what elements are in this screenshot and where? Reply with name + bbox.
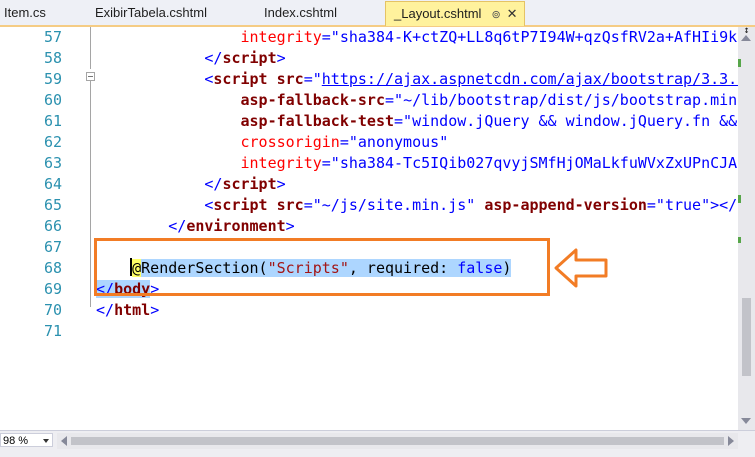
- vertical-scrollbar[interactable]: ↕: [738, 26, 755, 430]
- horizontal-scrollbar[interactable]: [57, 433, 738, 449]
- code-line-62: crossorigin="anonymous": [240, 133, 449, 151]
- scroll-up-icon[interactable]: [741, 35, 751, 41]
- tab-label: Index.cshtml: [264, 5, 337, 20]
- zoom-value: 98 %: [3, 435, 29, 447]
- scroll-left-icon[interactable]: [61, 436, 67, 446]
- tab-index-cshtml[interactable]: Index.cshtml: [264, 0, 337, 25]
- annotation-highlight-box: [94, 238, 550, 296]
- code-line-70: </html>: [96, 301, 160, 319]
- code-editor[interactable]: integrity="sha384-K+ctZQ+LL8q6tP7I94W+qz…: [0, 27, 738, 430]
- change-marker: [738, 59, 741, 67]
- url-link[interactable]: https://ajax.aspnetcdn.com/ajax/bootstra…: [322, 70, 738, 88]
- document-tab-bar: Item.cs ExibirTabela.cshtml Index.cshtml…: [0, 0, 755, 27]
- code-line-59: <script src="https://ajax.aspnetcdn.com/…: [96, 69, 738, 90]
- zoom-select[interactable]: 98 %: [0, 433, 53, 447]
- tab-item-cs[interactable]: Item.cs: [4, 0, 46, 25]
- editor-bottom-bar: 98 %: [0, 430, 755, 457]
- tab-layout-cshtml[interactable]: _Layout.cshtml ⊚ ✕: [385, 1, 525, 26]
- scroll-right-icon[interactable]: [728, 436, 734, 446]
- annotation-arrow-icon: [554, 248, 608, 288]
- tab-label: _Layout.cshtml: [394, 6, 482, 21]
- change-marker: [738, 195, 741, 203]
- code-line-63: integrity="sha384-Tc5IQib027qvyjSMfHjOMa…: [240, 154, 739, 172]
- code-line-65: <script src="~/js/site.min.js" asp-appen…: [204, 196, 738, 214]
- code-line-61: asp-fallback-test="window.jQuery && wind…: [240, 112, 738, 130]
- scroll-down-icon[interactable]: [741, 418, 751, 424]
- code-line-66: </environment>: [168, 217, 295, 235]
- tab-exibirtabela-cshtml[interactable]: ExibirTabela.cshtml: [95, 0, 207, 25]
- code-line-58: </script>: [204, 49, 286, 67]
- vertical-scroll-thumb[interactable]: [742, 298, 751, 376]
- code-line-60: asp-fallback-src="~/lib/bootstrap/dist/j…: [240, 91, 739, 109]
- tab-label: ExibirTabela.cshtml: [95, 5, 207, 20]
- code-line-64: </script>: [204, 175, 286, 193]
- split-window-icon[interactable]: ↕: [740, 26, 753, 36]
- code-line-57: integrity="sha384-K+ctZQ+LL8q6tP7I94W+qz…: [240, 28, 739, 46]
- tab-label: Item.cs: [4, 5, 46, 20]
- change-marker: [738, 237, 741, 243]
- pin-icon[interactable]: ⊚: [491, 9, 500, 21]
- close-icon[interactable]: ✕: [507, 6, 518, 21]
- chevron-down-icon: [43, 439, 49, 443]
- horizontal-scroll-thumb[interactable]: [71, 437, 724, 445]
